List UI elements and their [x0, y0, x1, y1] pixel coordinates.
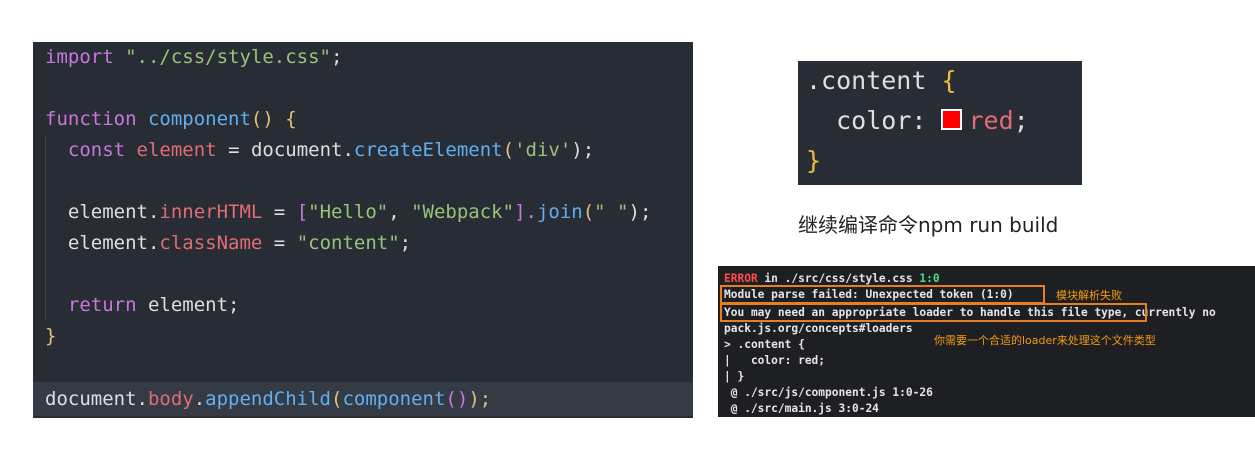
highlight-box-parse-failed [720, 285, 1045, 304]
highlight-box-loader [720, 303, 1147, 322]
method-appendChild: appendChild [205, 388, 332, 410]
code-line-6: element.innerHTML = ["Hello", "Webpack"]… [33, 197, 693, 228]
property-innerHTML: innerHTML [159, 201, 263, 223]
css-line-close: } [806, 146, 822, 175]
keyword-const: const [67, 139, 126, 161]
terminal-source-line-2: | color: red; [724, 354, 826, 367]
terminal-source-line-1: > .content { [724, 338, 805, 351]
css-value: red [968, 106, 1014, 135]
code-line-3: function component() { [45, 108, 297, 130]
css-line-selector: .content { [806, 66, 957, 95]
error-location: 1:0 [919, 272, 940, 285]
keyword-function: function [45, 108, 137, 130]
function-name-component: component [147, 108, 251, 130]
indent-guide [45, 166, 46, 197]
terminal-import-trace-2: @ ./src/main.js 3:0-24 [724, 402, 879, 415]
method-createElement: createElement [353, 139, 503, 161]
terminal-source-line-3: | } [724, 370, 745, 383]
variable-element: element [136, 139, 217, 161]
indent-guide [45, 135, 46, 166]
property-className: className [159, 232, 263, 254]
property-body: body [147, 388, 194, 410]
code-line-4: const element = document.createElement('… [33, 135, 693, 166]
code-line-5 [33, 166, 693, 197]
string-css-path: "../css/style.css" [125, 46, 331, 68]
color-swatch-icon [941, 109, 963, 130]
indent-guide [45, 197, 46, 228]
code-line-8 [33, 259, 693, 290]
terminal-output: ERROR in ./src/css/style.css 1:0 Module … [718, 266, 1255, 417]
method-join: join [536, 201, 583, 223]
indent-guide [45, 290, 46, 321]
terminal-error-line: ERROR in ./src/css/style.css 1:0 [724, 272, 940, 285]
code-line-9: return element; [33, 290, 693, 321]
css-property: color [836, 106, 912, 135]
indent-guide [45, 259, 46, 290]
annotation-loader: 你需要一个合适的loader来处理这个文件类型 [934, 334, 1156, 347]
error-label: ERROR [724, 272, 758, 285]
build-caption: 继续编译命令npm run build [798, 213, 1059, 237]
keyword-import: import [45, 46, 114, 68]
code-editor-panel: import "../css/style.css"; function comp… [33, 42, 693, 418]
css-line-declaration: color: red; [836, 106, 1029, 135]
code-line-12: document.body.appendChild(component()); [33, 382, 693, 416]
error-file-path: ./src/css/style.css [784, 272, 913, 285]
terminal-import-trace-1: @ ./src/js/component.js 1:0-26 [724, 386, 933, 399]
code-line-10: } [45, 325, 57, 347]
annotation-parse-failed: 模块解析失败 [1056, 289, 1122, 302]
keyword-return: return [67, 294, 137, 316]
code-line-7: element.className = "content"; [33, 228, 693, 259]
code-line-1: import "../css/style.css"; [45, 46, 343, 68]
css-snippet-panel: .content { color: red; } [798, 61, 1082, 185]
terminal-docs-line: pack.js.org/concepts#loaders [724, 322, 913, 335]
indent-guide [45, 228, 46, 259]
css-selector: .content [806, 66, 927, 95]
